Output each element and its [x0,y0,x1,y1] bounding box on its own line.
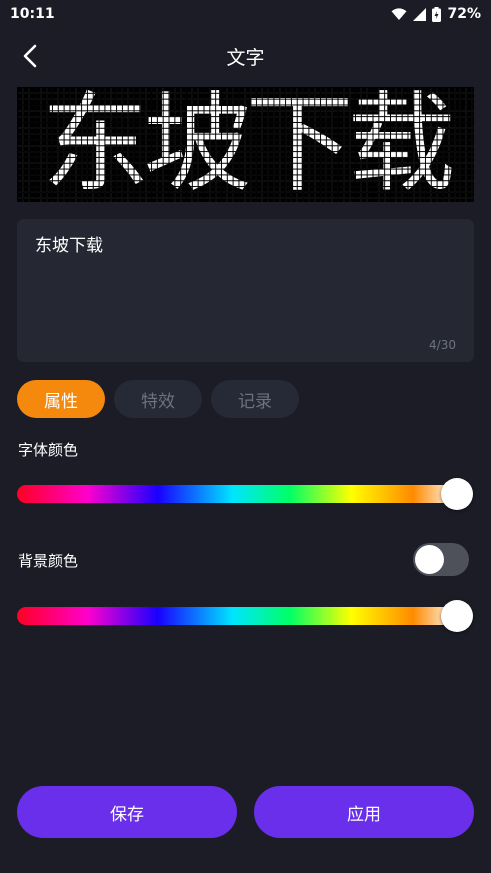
top-bar: 文字 [0,36,491,76]
tab-attributes[interactable]: 属性 [17,380,105,418]
tab-history[interactable]: 记录 [211,380,299,418]
tab-effects[interactable]: 特效 [114,380,202,418]
battery-icon [432,6,442,22]
char-count: 4/30 [429,338,456,352]
page-title: 文字 [226,46,265,69]
text-input[interactable]: 东坡下载 4/30 [17,219,474,362]
wifi-icon [391,7,407,20]
cellular-signal-icon [413,7,427,21]
status-time: 10:11 [10,6,55,22]
font-color-slider[interactable] [17,485,457,503]
text-input-value[interactable]: 东坡下载 [35,231,456,256]
background-color-toggle[interactable] [413,543,469,576]
led-preview: 东坡下载 [17,87,474,202]
save-button[interactable]: 保存 [17,786,237,838]
apply-button[interactable]: 应用 [254,786,474,838]
back-button[interactable] [14,40,46,72]
background-color-slider[interactable] [17,607,457,625]
chevron-left-icon [23,44,37,68]
tab-bar: 属性 特效 记录 [17,380,299,418]
background-color-label: 背景颜色 [18,552,79,570]
font-color-slider-thumb[interactable] [441,478,473,510]
toggle-knob [415,545,444,574]
battery-percent: 72% [447,6,481,22]
status-icons: 72% [391,6,481,22]
status-bar: 10:11 72% [0,0,491,28]
background-color-slider-thumb[interactable] [441,600,473,632]
led-preview-text: 东坡下载 [41,87,455,202]
font-color-label: 字体颜色 [18,441,79,459]
